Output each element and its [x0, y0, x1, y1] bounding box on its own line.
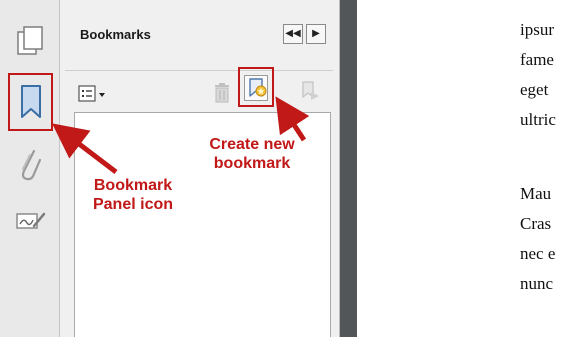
create-new-bookmark-annotation: Create new bookmark [185, 135, 319, 173]
annotation-line: bookmark [213, 155, 291, 172]
bookmark-panel-arrow [52, 123, 118, 174]
annotation-line: Bookmark [93, 177, 173, 194]
bookmark-panel-annotation: Bookmark Panel icon [78, 176, 188, 214]
annotation-line: Panel icon [92, 196, 174, 213]
annotation-line: Create new [209, 136, 295, 153]
